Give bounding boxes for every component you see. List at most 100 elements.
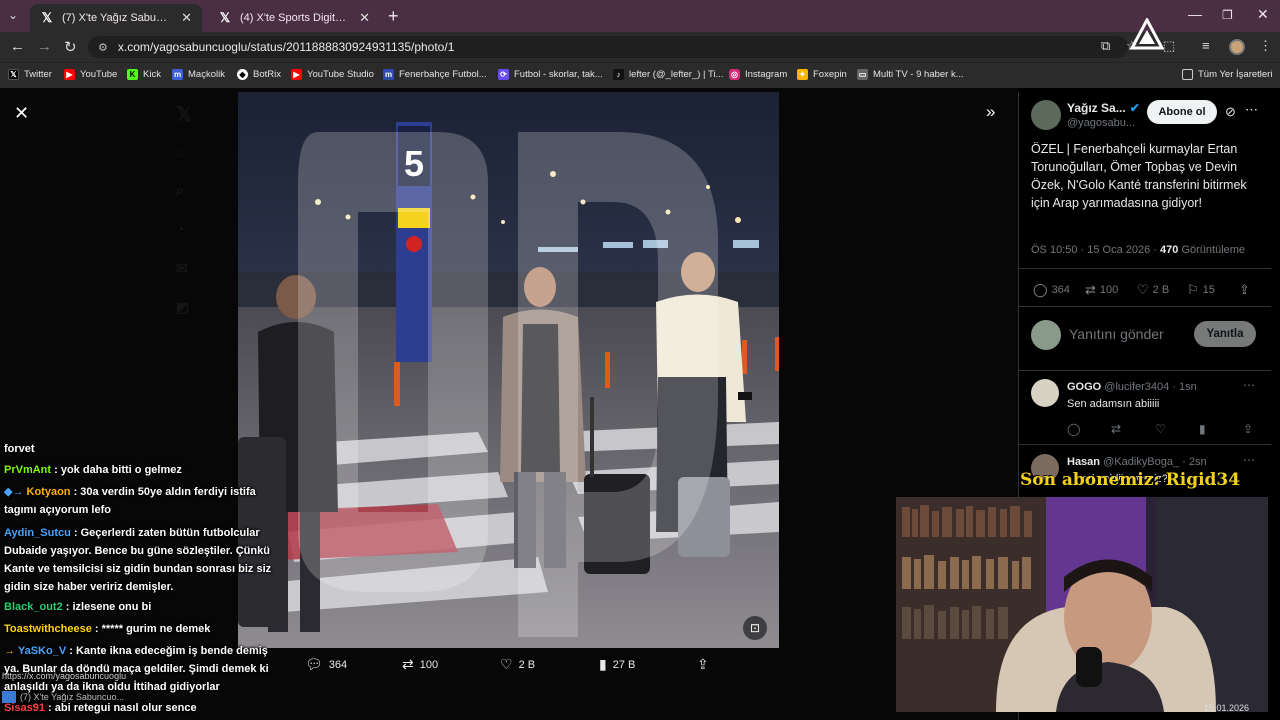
share-stat[interactable]: ⇪: [1239, 282, 1250, 298]
like-stat[interactable]: ♡ 2 B: [1137, 282, 1169, 298]
new-tab-icon[interactable]: +: [388, 6, 399, 27]
alt-text-icon[interactable]: ⊡: [743, 616, 767, 640]
bookmark-tiktok[interactable]: ♪ lefter (@_lefter_) | Ti...: [613, 69, 723, 80]
reply-icon[interactable]: ◯: [1067, 422, 1080, 436]
bookmark-kick[interactable]: K Kick: [127, 69, 161, 80]
menu-icon[interactable]: ⋮: [1259, 38, 1272, 54]
site-info-icon[interactable]: ⚙: [98, 41, 108, 54]
folder-icon: [1182, 69, 1193, 80]
tab-title: (7) X'te Yağız Sabuncuoğlu: "ÖZEL: [62, 12, 173, 24]
reload-icon[interactable]: ↻: [64, 38, 77, 56]
share-action[interactable]: ⇪: [697, 656, 709, 673]
mackolik-icon: m: [172, 69, 183, 80]
chat-text: : izlesene onu bi: [62, 601, 152, 613]
author-handle[interactable]: @yagosabu...: [1067, 117, 1135, 129]
analytics-icon[interactable]: ▮: [1199, 422, 1206, 436]
reply-count: 364: [328, 658, 348, 671]
reply-button[interactable]: Yanıtla: [1194, 321, 1256, 347]
comment-author-name: GOGO: [1067, 381, 1102, 393]
x-logo-icon: 𝕏: [176, 104, 193, 126]
bookmark-botrix[interactable]: ◆ BotRix: [237, 69, 281, 80]
bookmark-instagram[interactable]: ◎ Instagram: [729, 69, 787, 80]
post-time[interactable]: ÖS 10:50 · 15 Oca 2026 ·: [1031, 244, 1160, 256]
author-avatar[interactable]: [1031, 100, 1061, 130]
grok-icon: ◩: [176, 299, 190, 315]
like-action[interactable]: ♡ 2 B: [500, 656, 535, 673]
clock-date: 15.01.2026: [1204, 703, 1250, 713]
back-icon[interactable]: ←: [10, 38, 25, 55]
chat-message: Black_out2 : izlesene onu bi: [4, 598, 276, 616]
bookmark-label: Maçkolik: [188, 69, 225, 80]
repost-icon: ⇄: [1085, 282, 1096, 297]
tweet-photo[interactable]: 5: [238, 92, 779, 648]
more-icon[interactable]: ⋯: [1243, 453, 1255, 467]
chat-message: → YaSKo_V : Kante ikna edeceğim iş bende…: [4, 642, 276, 696]
analytics-icon: ▮: [599, 656, 607, 672]
chat-message: Toastwithcheese : ***** gurim ne demek: [4, 620, 276, 638]
browser-tabstrip: 𝕏 (7) X'te Yağız Sabuncuoğlu: "ÖZEL ✕ 𝕏 …: [0, 0, 1280, 32]
badge-icon: ◆→: [4, 486, 27, 498]
comment-handle: @lucifer3404 · 1sn: [1104, 381, 1197, 393]
close-viewer-icon[interactable]: ✕: [14, 103, 29, 124]
forward-icon[interactable]: →: [37, 38, 52, 55]
views-action[interactable]: ▮ 27 B: [599, 656, 635, 673]
tab-search-icon[interactable]: ⌄: [8, 8, 18, 22]
grok-icon[interactable]: ⊘: [1225, 104, 1236, 120]
window-close-icon[interactable]: ✕: [1257, 6, 1269, 23]
bookmarks-bar: 𝕏 Twitter ▶ YouTube K Kick m Maçkolik ◆ BotRi…: [0, 62, 1280, 88]
chat-user: Aydin_Sutcu: [4, 527, 71, 539]
bookmark-label: Fenerbahçe Futbol...: [399, 69, 487, 80]
more-icon[interactable]: ⋯: [1243, 378, 1255, 392]
media-control-icon[interactable]: ≡: [1202, 38, 1210, 53]
reply-action[interactable]: 💬︎ 364: [305, 656, 347, 673]
bookmark-flashscore[interactable]: ⟳ Futbol - skorlar, tak...: [498, 69, 603, 80]
bookmark-foxepin[interactable]: ✦ Foxepin: [797, 69, 847, 80]
more-icon[interactable]: ⋯: [1245, 102, 1258, 118]
restore-icon[interactable]: ❐: [1222, 8, 1233, 22]
close-tab-icon[interactable]: ✕: [359, 10, 370, 26]
bookmark-multitv[interactable]: ▭ Multi TV - 9 haber k...: [857, 69, 964, 80]
minimize-icon[interactable]: —: [1188, 6, 1202, 22]
my-avatar: [1031, 320, 1061, 350]
like-count: 2 B: [1152, 284, 1170, 296]
share-icon[interactable]: ⇪: [1243, 422, 1253, 436]
subscribe-button[interactable]: Abone ol: [1147, 100, 1217, 124]
bookmark-youtube-studio[interactable]: ▶ YouTube Studio: [291, 69, 374, 80]
install-app-icon[interactable]: ⧉: [1101, 38, 1110, 54]
repost-action[interactable]: ⇄ 100: [402, 656, 438, 673]
bookmark-fenerbahce[interactable]: m Fenerbahçe Futbol...: [383, 69, 487, 80]
browser-tab[interactable]: 𝕏 (4) X'te Sports Digitale: "N'Golo ✕: [208, 4, 380, 32]
comment-author[interactable]: Hasan @KadikyBoga_ · 2sn: [1067, 456, 1207, 468]
views-count: 27 B: [612, 658, 636, 671]
profile-avatar[interactable]: [1229, 39, 1245, 55]
collapse-sidebar-icon[interactable]: »: [986, 102, 995, 122]
reply-stat[interactable]: ◯ 364: [1033, 282, 1070, 298]
reply-input[interactable]: Yanıtını gönder: [1069, 326, 1164, 342]
divider: [1019, 370, 1271, 371]
bookmark-stat[interactable]: ⚐ 15: [1187, 282, 1215, 298]
like-count: 2 B: [518, 658, 536, 671]
stream-logo-icon: [1130, 18, 1164, 50]
extensions-icon[interactable]: ⬚: [1163, 38, 1175, 54]
repost-icon: ⇄: [402, 656, 414, 672]
address-bar[interactable]: ⚙ x.com/yagosabuncuoglu/status/201188883…: [88, 36, 1128, 58]
author-name[interactable]: Yağız Sa... ✔: [1067, 101, 1140, 115]
commenter-avatar[interactable]: [1031, 379, 1059, 407]
bookmark-youtube[interactable]: ▶ YouTube: [64, 69, 117, 80]
bookmark-twitter[interactable]: 𝕏 Twitter: [8, 69, 52, 80]
heart-icon[interactable]: ♡: [1155, 422, 1166, 436]
bookmark-label: Foxepin: [813, 69, 847, 80]
repost-icon[interactable]: ⇄: [1111, 422, 1121, 436]
repost-stat[interactable]: ⇄ 100: [1085, 282, 1118, 298]
verified-badge-icon: ✔: [1129, 101, 1140, 115]
close-tab-icon[interactable]: ✕: [181, 10, 192, 26]
flashscore-icon: ⟳: [498, 69, 509, 80]
taskbar-item[interactable]: (7) X'te Yağız Sabuncuo...: [2, 690, 124, 704]
all-bookmarks[interactable]: Tüm Yer İşaretleri: [1182, 69, 1272, 80]
tab-title: (4) X'te Sports Digitale: "N'Golo: [240, 12, 352, 24]
comment-handle: @KadikyBoga_ · 2sn: [1103, 456, 1207, 468]
browser-tab-active[interactable]: 𝕏 (7) X'te Yağız Sabuncuoğlu: "ÖZEL ✕: [30, 4, 202, 32]
kick-icon: K: [127, 69, 138, 80]
bookmark-mackolik[interactable]: m Maçkolik: [172, 69, 225, 80]
comment-author[interactable]: GOGO @lucifer3404 · 1sn: [1067, 381, 1197, 393]
